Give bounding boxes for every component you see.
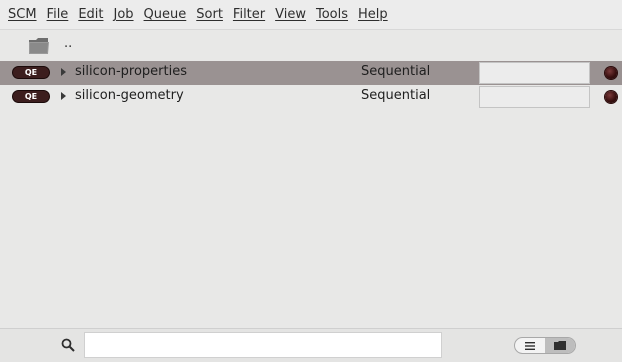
- menu-queue[interactable]: Queue: [139, 0, 192, 30]
- menu-view[interactable]: View: [270, 0, 311, 30]
- list-view-icon: [525, 341, 535, 350]
- list-view-button[interactable]: [515, 338, 545, 353]
- job-name: silicon-properties: [75, 64, 187, 79]
- expand-arrow-icon[interactable]: [61, 92, 66, 100]
- search-input[interactable]: [84, 332, 442, 358]
- menu-tools[interactable]: Tools: [311, 0, 353, 30]
- job-progress-field: [479, 86, 590, 108]
- parent-directory-label: ..: [64, 36, 73, 51]
- folder-icon: [29, 38, 49, 54]
- job-progress-field: [479, 62, 590, 84]
- menu-sort[interactable]: Sort: [191, 0, 228, 30]
- job-mode: Sequential: [361, 88, 431, 103]
- menu-file[interactable]: File: [42, 0, 74, 30]
- expand-arrow-icon[interactable]: [61, 68, 66, 76]
- job-row[interactable]: QE silicon-geometry Sequential: [0, 85, 622, 109]
- menu-help[interactable]: Help: [353, 0, 393, 30]
- status-indicator-icon: [605, 91, 617, 103]
- menu-job[interactable]: Job: [109, 0, 139, 30]
- job-row[interactable]: QE silicon-properties Sequential: [0, 61, 622, 85]
- job-mode: Sequential: [361, 64, 431, 79]
- folder-view-icon: [554, 341, 566, 350]
- search-icon: [61, 338, 75, 352]
- qe-badge: QE: [12, 66, 50, 79]
- menu-filter[interactable]: Filter: [228, 0, 270, 30]
- view-mode-toggle[interactable]: [514, 337, 576, 354]
- job-list: .. QE silicon-properties Sequential QE s…: [0, 31, 622, 328]
- qe-badge: QE: [12, 90, 50, 103]
- bottom-toolbar: [0, 328, 622, 362]
- menu-scm[interactable]: SCM: [3, 0, 42, 30]
- menu-edit[interactable]: Edit: [73, 0, 108, 30]
- folder-view-button[interactable]: [545, 338, 575, 353]
- job-name: silicon-geometry: [75, 88, 184, 103]
- status-indicator-icon: [605, 67, 617, 79]
- menu-bar: SCM File Edit Job Queue Sort Filter View…: [0, 0, 622, 30]
- parent-directory-row[interactable]: ..: [0, 34, 622, 60]
